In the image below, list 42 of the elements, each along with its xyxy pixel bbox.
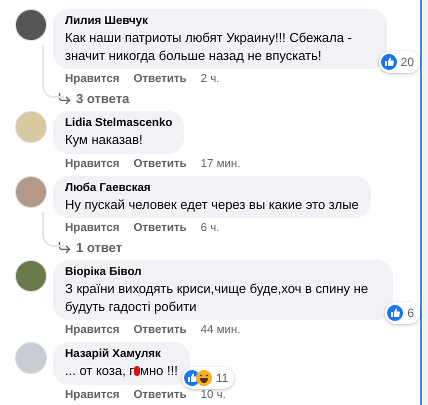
timestamp: 44 мин.: [200, 323, 240, 338]
action-link[interactable]: Нравится: [65, 156, 120, 172]
comment-text: ... от коза, г: [65, 362, 134, 380]
view-replies-link[interactable]: 1 ответ: [53, 236, 371, 256]
reaction-badge[interactable]: 20: [378, 51, 420, 73]
timestamp: 6 ч.: [200, 221, 220, 236]
action-link[interactable]: Нравится: [65, 221, 120, 236]
action-link[interactable]: Ответить: [133, 221, 187, 236]
author-name[interactable]: Люба Гаевская: [65, 180, 359, 196]
reaction-count: 20: [400, 54, 414, 71]
author-name[interactable]: Віоріка Бівол: [65, 265, 382, 280]
author-name[interactable]: Lidia Stelmascenko: [65, 116, 172, 131]
author-name[interactable]: Назарій Хамуляк: [65, 347, 178, 362]
reaction-badge[interactable]: 11: [182, 366, 234, 388]
action-link[interactable]: Ответить: [133, 388, 187, 402]
view-replies-link[interactable]: 3 ответа: [53, 87, 420, 107]
author-name[interactable]: Лилия Шевчук: [65, 14, 375, 29]
thumbs-up-icon: [380, 54, 397, 70]
timestamp: 2 ч.: [200, 72, 220, 87]
action-link[interactable]: Ответить: [133, 156, 187, 172]
reaction-badge[interactable]: 6: [385, 302, 420, 324]
comment-text: З країни виходять криси,чище буде,хоч в спину не будуть гадості робити: [65, 280, 370, 315]
comment-text: Как наши патриоты любят Украину!!! Сбежала - значит никогда больше назад не впускать!: [65, 29, 353, 64]
action-link[interactable]: Нравится: [65, 72, 120, 87]
timestamp: 10 ч.: [200, 388, 226, 402]
timestamp: 17 мин.: [200, 156, 240, 172]
action-link[interactable]: Ответить: [133, 323, 187, 338]
comment-text: Ну пускай человек едет через вы какие это злые: [65, 196, 359, 213]
reply-arrow-icon: [57, 91, 72, 106]
comment-text: Кум наказав!: [65, 131, 143, 148]
action-link[interactable]: Нравится: [65, 388, 120, 402]
laughing-face-icon: [196, 370, 212, 386]
reply-arrow-icon: [57, 240, 72, 255]
reaction-count: 6: [407, 305, 414, 322]
comment-text: мно !!!: [140, 362, 178, 380]
action-link[interactable]: Ответить: [133, 72, 187, 87]
thumbs-up-icon: [387, 305, 404, 321]
censor-mark: [134, 366, 140, 376]
action-link[interactable]: Нравится: [65, 323, 120, 338]
reaction-count: 11: [216, 370, 228, 386]
avatar[interactable]: [15, 9, 47, 41]
avatar[interactable]: [15, 260, 47, 292]
